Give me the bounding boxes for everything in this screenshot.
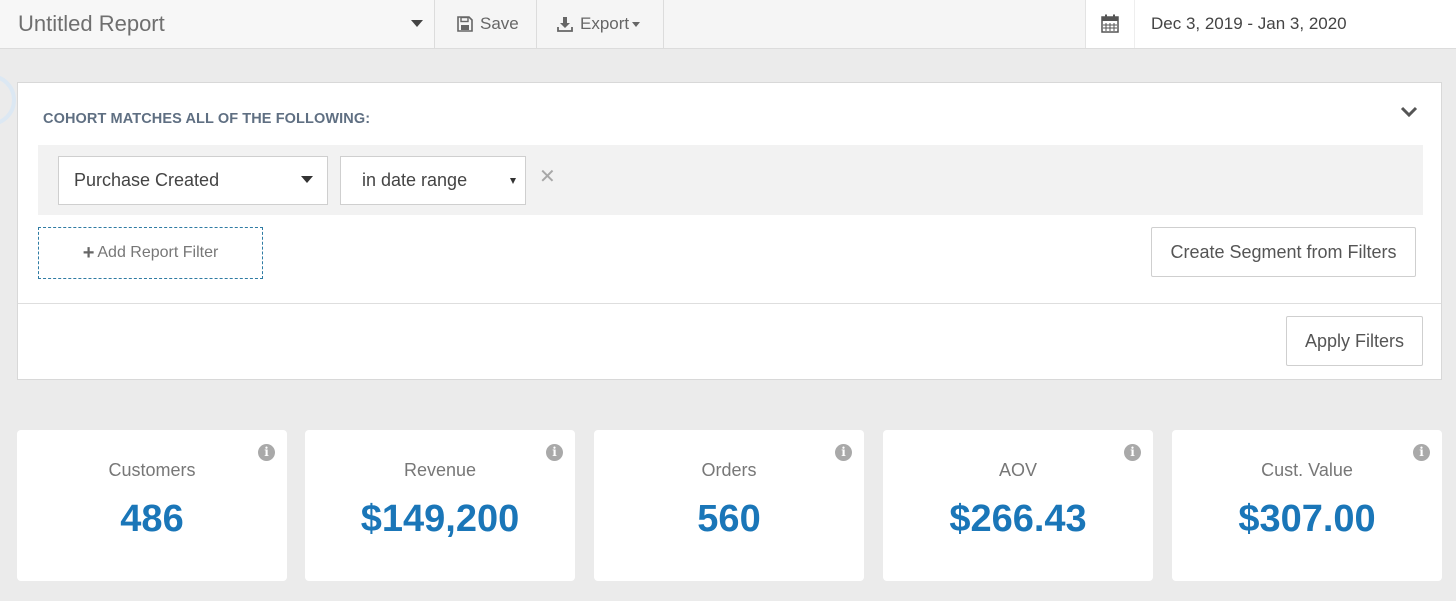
date-range-picker[interactable]: Dec 3, 2019 - Jan 3, 2020 xyxy=(1085,0,1456,48)
caret-down-icon xyxy=(510,178,516,184)
info-icon[interactable]: i xyxy=(1124,444,1141,461)
create-segment-button[interactable]: Create Segment from Filters xyxy=(1151,227,1416,277)
operator-select-value: in date range xyxy=(362,170,468,190)
metric-value: 560 xyxy=(697,498,761,540)
metric-label: Revenue xyxy=(403,460,477,480)
metric-value: $266.43 xyxy=(949,498,1087,540)
chevron-down-icon[interactable] xyxy=(411,20,423,27)
event-select[interactable]: Purchase Created xyxy=(58,156,328,205)
info-icon[interactable]: i xyxy=(1413,444,1430,461)
info-icon[interactable]: i xyxy=(546,444,563,461)
floppy-disk-icon xyxy=(457,16,473,32)
report-title[interactable]: Untitled Report xyxy=(18,11,165,37)
metric-label: Customers xyxy=(108,460,196,480)
save-label: Save xyxy=(480,14,519,33)
create-segment-label: Create Segment from Filters xyxy=(1170,241,1397,262)
apply-filters-label: Apply Filters xyxy=(1304,330,1405,351)
divider xyxy=(1134,0,1135,48)
filter-row: Purchase Created in date range ✕ xyxy=(38,145,1423,215)
metric-card-revenue: i Revenue $149,200 xyxy=(305,430,575,581)
remove-filter-icon[interactable]: ✕ xyxy=(539,167,556,187)
cohort-filter-panel: COHORT MATCHES ALL OF THE FOLLOWING: Pur… xyxy=(17,82,1442,380)
metric-label: Cust. Value xyxy=(1261,460,1353,480)
info-icon[interactable]: i xyxy=(258,444,275,461)
metric-card-aov: i AOV $266.43 xyxy=(883,430,1153,581)
export-label: Export xyxy=(580,14,630,33)
download-icon xyxy=(557,17,573,32)
add-report-filter-button[interactable]: + Add Report Filter xyxy=(38,227,263,279)
calendar-icon[interactable] xyxy=(1101,14,1119,33)
operator-select[interactable]: in date range xyxy=(340,156,526,205)
add-filter-label: Add Report Filter xyxy=(97,244,219,261)
caret-down-icon xyxy=(632,21,641,27)
caret-down-icon xyxy=(301,176,313,183)
apply-filters-button[interactable]: Apply Filters xyxy=(1286,316,1423,366)
report-title-dropdown[interactable]: Untitled Report xyxy=(0,0,435,48)
export-button[interactable]: Export xyxy=(537,0,664,48)
chevron-down-icon[interactable] xyxy=(1400,105,1418,119)
metric-card-orders: i Orders 560 xyxy=(594,430,864,581)
metric-card-customers: i Customers 486 xyxy=(17,430,287,581)
top-toolbar: Untitled Report Save Export Dec 3, 2019 … xyxy=(0,0,1456,49)
panel-heading: COHORT MATCHES ALL OF THE FOLLOWING: xyxy=(43,111,371,127)
metric-label: Orders xyxy=(701,460,757,480)
plus-icon: + xyxy=(82,241,95,264)
divider xyxy=(18,303,1441,304)
date-range-value[interactable]: Dec 3, 2019 - Jan 3, 2020 xyxy=(1151,14,1347,34)
metric-card-cust-value: i Cust. Value $307.00 xyxy=(1172,430,1442,581)
metric-value: $307.00 xyxy=(1238,498,1376,540)
metric-value: 486 xyxy=(120,498,184,540)
event-select-value: Purchase Created xyxy=(74,170,220,190)
metric-label: AOV xyxy=(998,460,1037,480)
save-button[interactable]: Save xyxy=(435,0,537,48)
background-ring xyxy=(0,74,16,126)
metric-value: $149,200 xyxy=(360,498,520,540)
info-icon[interactable]: i xyxy=(835,444,852,461)
